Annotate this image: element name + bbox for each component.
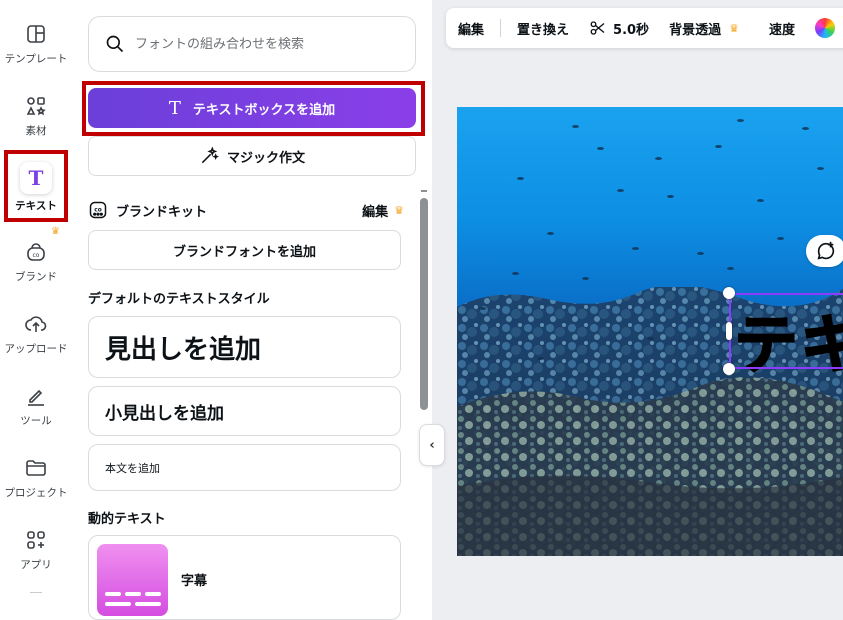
brand-kit-title: ブランドキット [116,204,208,220]
fish-icon [655,157,662,160]
rail-item-upload[interactable]: アップロード [0,312,72,376]
brand-icon: co [27,243,45,261]
panel-scrollbar[interactable] [420,198,428,410]
fish-icon [512,272,519,275]
toolbar-separator [500,19,502,37]
text-panel: T テキストボックスを追加 マジック作文 co ブランドキット 編集 ♛ ブラン… [72,0,459,620]
color-wheel-icon[interactable] [814,18,835,38]
add-heading-button[interactable]: 見出しを追加 [88,316,401,378]
rail-item-apps[interactable]: アプリ [0,528,72,592]
comment-plus-icon [817,241,835,260]
fish-icon [537,357,544,360]
fish-icon [479,307,486,310]
fish-icon [777,237,784,240]
fish-icon [667,195,674,198]
add-comment-button[interactable] [806,235,843,267]
tools-icon [28,389,44,406]
search-box[interactable] [88,16,416,72]
template-icon [27,25,45,43]
fish-icon [715,145,722,148]
rail-label: テンプレート [4,53,68,65]
caption-thumbnail [97,544,168,616]
brand-kit-header: co ブランドキット 編集 ♛ [88,198,404,222]
fish-icon [802,127,809,130]
fish-icon [632,247,639,250]
scroll-up-arrow[interactable] [421,190,427,192]
rail-label: ツール [20,415,52,427]
fish-icon [817,167,824,170]
toolbar-trim-button[interactable]: 5.0秒 [589,19,649,38]
add-brand-font-button[interactable]: ブランドフォントを追加 [88,230,401,270]
add-textbox-highlight-box [82,81,425,136]
rail-label: ブランド [15,271,57,283]
rail-item-elements[interactable]: 素材 [0,94,72,158]
fish-icon [572,125,579,128]
rail-divider [30,592,42,593]
magic-wand-icon [201,146,219,164]
folder-icon [26,460,46,476]
toolbar-speed-button[interactable]: 速度 [769,19,795,38]
collapse-panel-button[interactable]: ‹ [419,424,445,466]
upload-icon [25,316,47,332]
fish-icon [617,189,624,192]
rail-text-highlight-box [4,150,68,222]
crown-icon: ♛ [51,226,60,237]
crown-icon: ♛ [394,203,404,217]
chevron-left-icon: ‹ [429,437,435,453]
fish-icon [697,252,704,255]
toolbar-replace-button[interactable]: 置き換え [517,19,569,38]
scissors-icon [590,21,605,35]
rail-item-tools[interactable]: ツール [0,384,72,448]
search-input[interactable] [135,36,405,52]
fish-icon [582,277,589,280]
fish-icon [647,337,654,340]
caption-label: 字幕 [181,574,208,589]
caption-card[interactable]: 字幕 [88,535,401,620]
svg-text:co: co [33,252,40,259]
toolbar-edit-button[interactable]: 編集 [458,19,484,38]
fish-icon [727,267,734,270]
dynamic-text-title: 動的テキスト [88,512,166,527]
apps-icon [27,531,45,549]
toolbar-bg-remove-button[interactable]: 背景透過 ♛ [669,19,739,38]
default-styles-title: デフォルトのテキストスタイル [88,292,270,307]
add-body-text-button[interactable]: 本文を追加 [88,444,401,491]
resize-handle-top-left[interactable] [723,287,735,299]
rail-label: プロジェクト [4,487,68,499]
search-icon [106,35,124,53]
fish-icon [757,199,764,202]
elements-icon [26,97,46,116]
fish-icon [597,147,604,150]
fish-icon [547,232,554,235]
magic-write-label: マジック作文 [226,150,305,166]
rail-item-projects[interactable]: プロジェクト [0,456,72,520]
rail-item-brand[interactable]: co ブランド [0,240,72,304]
fish-icon [737,119,744,122]
resize-handle-bottom-left[interactable] [723,363,735,375]
duration-label: 5.0秒 [613,22,650,38]
resize-handle-left[interactable] [726,322,732,340]
bg-remove-label: 背景透過 [669,22,722,38]
left-rail: テンプレート 素材 T テキスト ♛ co ブランド アップロード ツール プロ… [0,0,72,620]
context-toolbar: 編集 置き換え 5.0秒 背景透過 ♛ 速度 [446,8,843,48]
add-subheading-button[interactable]: 小見出しを追加 [88,386,401,436]
rail-label: アプリ [20,559,52,571]
rail-item-templates[interactable]: テンプレート [0,22,72,86]
brand-kit-icon: co [89,201,107,219]
text-selection-frame [729,293,843,369]
magic-write-button[interactable]: マジック作文 [88,136,416,176]
rail-label: アップロード [4,343,68,355]
brand-kit-edit-link[interactable]: 編集 [362,201,388,220]
rail-label: 素材 [25,125,47,137]
fish-icon [517,177,524,180]
crown-icon: ♛ [729,21,739,35]
